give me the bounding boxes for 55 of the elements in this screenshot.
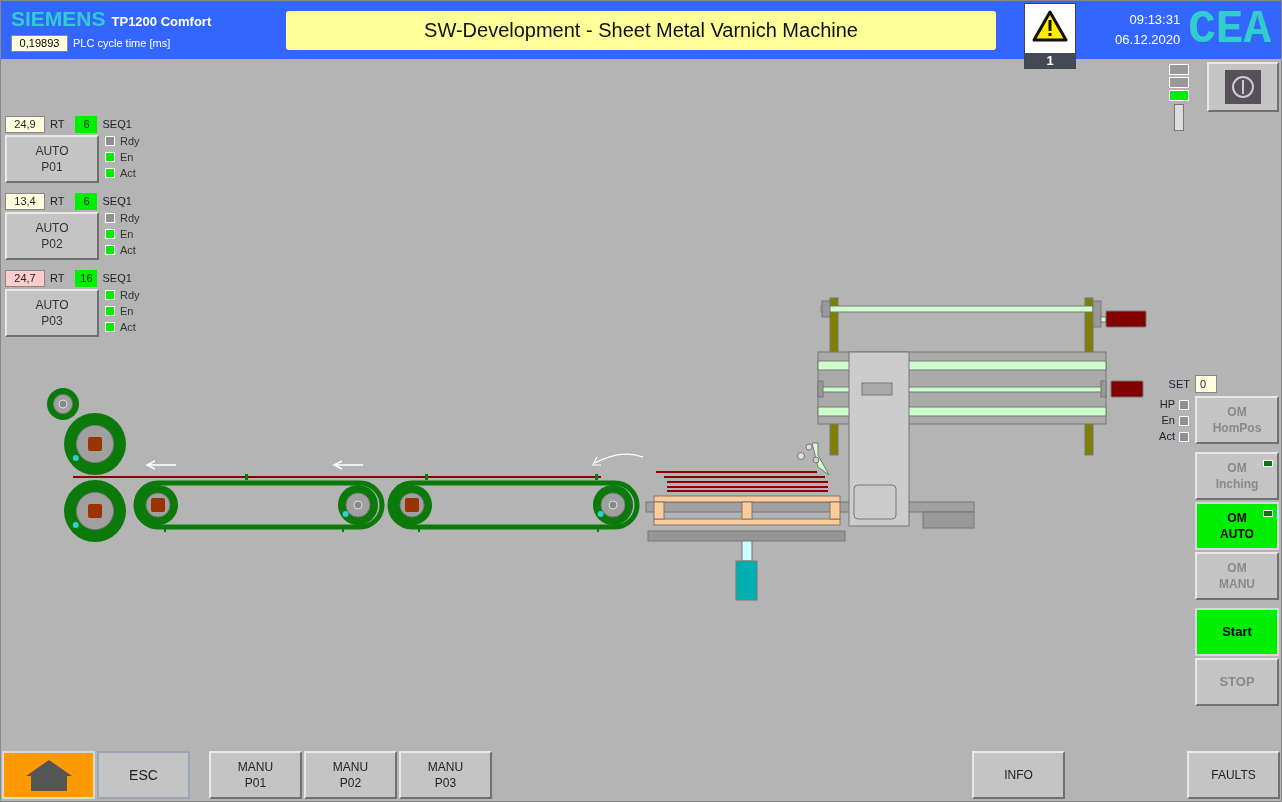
brand-logo: SIEMENS [11, 8, 106, 31]
sequence-label: SEQ1 [102, 194, 132, 210]
set-label: SET [1168, 376, 1190, 392]
screen-title: SW-Development - Sheet Metal Varnich Machine [286, 10, 996, 50]
lamp-label: Act [120, 165, 136, 181]
auto-button[interactable]: AUTO P03 [5, 289, 99, 337]
lamp-label: Rdy [120, 133, 140, 149]
lamp-label: Act [1159, 429, 1175, 445]
mode-button[interactable]: OM AUTO [1195, 502, 1279, 550]
cycle-time-value: 0,19893 [11, 34, 68, 52]
level-gauge [1174, 104, 1184, 131]
manual-button[interactable]: MANU P01 [209, 751, 302, 799]
runtime-label: RT [50, 117, 65, 133]
sequence-label: SEQ1 [102, 117, 132, 133]
sequence-label: SEQ1 [102, 271, 132, 287]
lamp-label: En [120, 226, 134, 242]
alarm-count: 1 [1025, 53, 1075, 68]
auto-button[interactable]: AUTO P02 [5, 212, 99, 260]
lamp-label: En [120, 303, 134, 319]
set-value: 0 [1195, 375, 1217, 393]
runtime-label: RT [50, 194, 65, 210]
step-value: 16 [75, 270, 98, 287]
faults-button[interactable]: FAULTS [1187, 751, 1280, 799]
power-button[interactable] [1207, 62, 1279, 112]
lamp-label: Rdy [120, 287, 140, 303]
warning-icon [1032, 10, 1068, 42]
start-button[interactable]: Start [1195, 608, 1279, 656]
home-button[interactable] [2, 751, 95, 799]
runtime-value: 13,4 [5, 193, 45, 210]
runtime-label: RT [50, 271, 65, 287]
step-value: 6 [75, 116, 98, 133]
step-value: 6 [75, 193, 98, 210]
direction-arrow-icon [332, 460, 364, 470]
runtime-value: 24,9 [5, 116, 45, 133]
cycle-time-label: PLC cycle time [ms] [73, 36, 171, 51]
lamp-label: Act [120, 319, 136, 335]
lamp-label: Rdy [120, 210, 140, 226]
manual-button[interactable]: MANU P03 [399, 751, 492, 799]
lamp-label: Act [120, 242, 136, 258]
clock-date: 06.12.2020 [1115, 31, 1181, 49]
escape-button[interactable]: ESC [97, 751, 190, 799]
info-button[interactable]: INFO [972, 751, 1065, 799]
lamp-label: En [120, 149, 134, 165]
company-logo: CEA [1188, 7, 1271, 53]
curved-arrow-icon [592, 453, 644, 466]
power-icon [1225, 70, 1261, 104]
direction-arrow-icon [145, 460, 177, 470]
lamp-label: En [1161, 413, 1175, 429]
alarm-indicator[interactable]: 1 [1024, 3, 1076, 69]
manual-button[interactable]: MANU P02 [304, 751, 397, 799]
lamp-label: HP [1159, 397, 1175, 413]
clock-time: 09:13:31 [1129, 11, 1181, 29]
panel-model: TP1200 Comfort [111, 13, 212, 32]
auto-button[interactable]: AUTO P01 [5, 135, 99, 183]
runtime-value: 24,7 [5, 270, 45, 287]
